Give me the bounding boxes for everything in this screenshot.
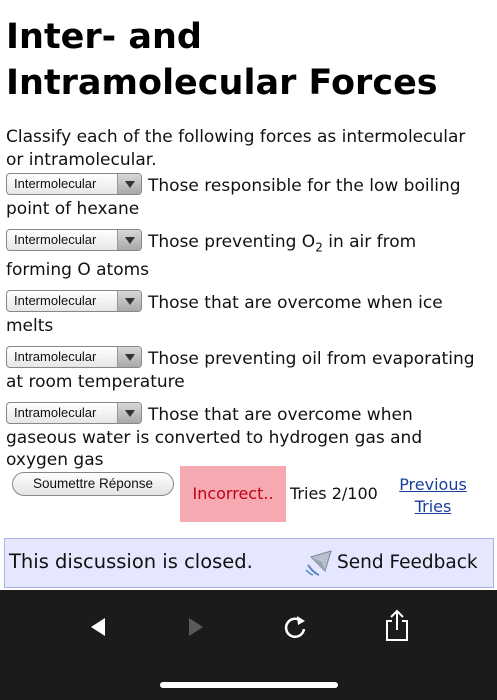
question-item-1: Intermolecular Those responsible for the… [6,173,490,220]
home-indicator[interactable] [160,682,338,688]
share-icon[interactable] [382,608,412,642]
item-text-line1: Those responsible for the low boiling [148,176,461,196]
select-value: Intramolecular [14,405,97,421]
force-type-select-2[interactable]: Intermolecular [6,229,142,251]
force-type-select-4[interactable]: Intramolecular [6,346,142,369]
item-text-line2: melts [6,315,54,336]
item-text-line2: gaseous water is converted to hydrogen g… [6,427,423,448]
browser-toolbar [0,590,497,700]
page-title-line2: Intramolecular Forces [6,63,438,103]
chevron-down-icon [117,291,141,312]
page-title-line1: Inter- and [6,17,202,57]
select-value: Intermolecular [14,293,97,309]
previous-tries-line2: Tries [414,497,452,516]
submit-answer-button[interactable]: Soumettre Réponse [12,472,174,496]
question-content: Classify each of the following forces as… [6,126,490,472]
reload-icon[interactable] [280,612,310,642]
item-text-line1-post: in air from [322,232,417,252]
page-title: Inter- and Intramolecular Forces [6,14,486,106]
feedback-icon [305,550,332,576]
chevron-down-icon [117,347,141,368]
instructions-line2: or intramolecular. [6,149,157,170]
item-text-line2: point of hexane [6,198,140,219]
previous-tries-line1: Previous [399,475,467,494]
item-text-line1: Those preventing oil from evaporating [148,349,475,370]
previous-tries-link[interactable]: Previous Tries [393,474,473,518]
select-value: Intermolecular [14,176,97,191]
discussion-closed-bar: This discussion is closed. Send Feedback [4,538,494,588]
send-feedback-label: Send Feedback [337,552,478,573]
question-item-5: Intramolecular Those that are overcome w… [6,402,490,472]
question-item-4: Intramolecular Those preventing oil from… [6,346,490,393]
submit-row: Soumettre Réponse Incorrect.. Tries 2/10… [10,466,490,522]
instructions: Classify each of the following forces as… [6,126,490,171]
chevron-down-icon [117,230,141,250]
item-text-line2: at room temperature [6,371,185,392]
force-type-select-5[interactable]: Intramolecular [6,402,142,425]
select-value: Intramolecular [14,349,97,365]
result-feedback-badge: Incorrect.. [180,466,286,522]
select-value: Intermolecular [14,232,97,247]
forward-arrow-icon[interactable] [180,612,210,642]
chevron-down-icon [117,403,141,424]
instructions-line1: Classify each of the following forces as… [6,127,466,147]
item-text-line1: Those that are overcome when ice [148,293,443,314]
tries-counter: Tries 2/100 [290,484,378,503]
back-arrow-icon[interactable] [84,612,114,642]
item-text-line1-pre: Those preventing O [148,232,316,252]
question-item-2: Intermolecular Those preventing O2 in ai… [6,229,490,281]
force-type-select-3[interactable]: Intermolecular [6,290,142,313]
item-text-line1: Those that are overcome when [148,405,413,426]
discussion-closed-text: This discussion is closed. [9,550,253,573]
item-text-subscript: 2 [315,240,323,255]
item-text-line2: forming O atoms [6,259,150,280]
chevron-down-icon [117,174,141,194]
question-item-3: Intermolecular Those that are overcome w… [6,290,490,337]
force-type-select-1[interactable]: Intermolecular [6,173,142,195]
